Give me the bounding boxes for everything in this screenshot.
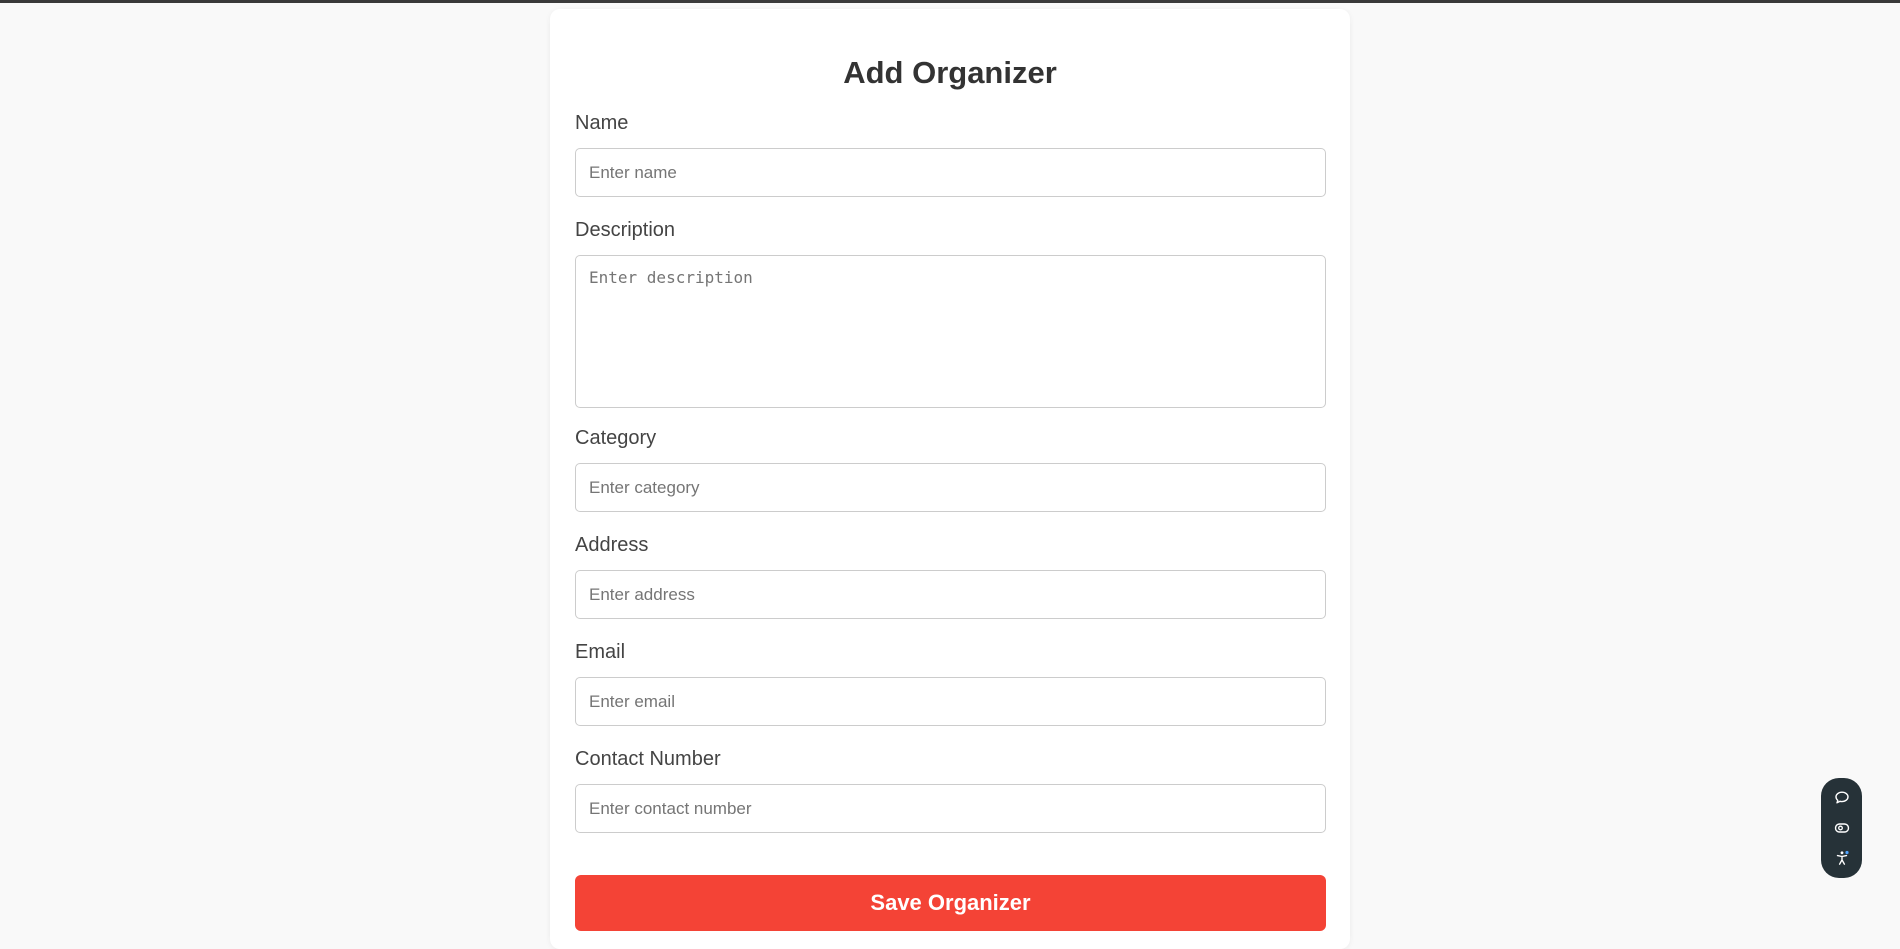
email-input[interactable]: [575, 677, 1326, 726]
name-label: Name: [575, 112, 629, 134]
address-input[interactable]: [575, 570, 1326, 619]
address-label: Address: [575, 534, 649, 556]
description-label: Description: [575, 219, 676, 241]
floating-toolbar: [1821, 778, 1862, 878]
eye-icon[interactable]: [1833, 819, 1851, 837]
organizer-form-card: Add Organizer Name Description Category …: [550, 9, 1350, 949]
chat-bubble-icon[interactable]: [1833, 789, 1851, 807]
contact-number-label: Contact Number: [575, 748, 721, 770]
description-input[interactable]: [575, 255, 1326, 408]
accessibility-icon[interactable]: [1833, 849, 1851, 867]
name-input[interactable]: [575, 148, 1326, 197]
window-top-border: [0, 0, 1900, 3]
save-organizer-button[interactable]: Save Organizer: [575, 875, 1326, 931]
page-title: Add Organizer: [843, 55, 1057, 90]
contact-number-input[interactable]: [575, 784, 1326, 833]
category-label: Category: [575, 427, 657, 449]
email-label: Email: [575, 641, 626, 663]
category-input[interactable]: [575, 463, 1326, 512]
